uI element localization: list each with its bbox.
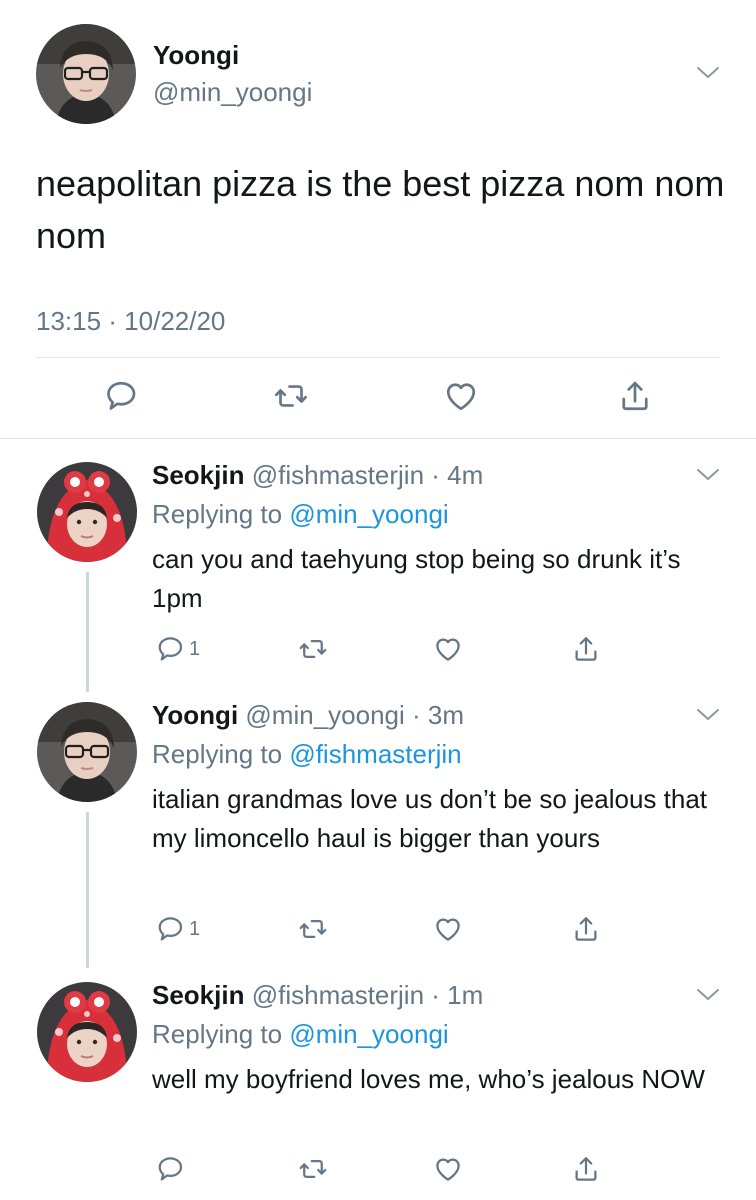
replying-to: Replying to @fishmasterjin — [152, 739, 462, 770]
comment-icon[interactable] — [104, 378, 140, 414]
reply-text: italian grandmas love us don’t be so jea… — [152, 784, 708, 853]
reply-tweet[interactable]: Seokjin @fishmasterjin · 1m Replying to … — [0, 960, 756, 1200]
thread-line — [86, 572, 89, 692]
reply-header: Seokjin @fishmasterjin · 4m — [152, 460, 483, 491]
reply-tweet[interactable]: Yoongi @min_yoongi · 3m Replying to @fis… — [0, 680, 756, 980]
tweet-text: neapolitan pizza is the best pizza nom n… — [36, 163, 725, 256]
mention-link[interactable]: @min_yoongi — [289, 1019, 448, 1049]
author-name[interactable]: Yoongi — [152, 700, 238, 730]
avatar[interactable] — [37, 462, 137, 562]
section-divider — [0, 438, 756, 439]
mention-link[interactable]: @min_yoongi — [289, 499, 448, 529]
reply-count: 1 — [189, 638, 201, 660]
reply-text: well my boyfriend loves me, who’s jealou… — [152, 1064, 705, 1094]
heart-icon[interactable] — [433, 914, 463, 944]
retweet-icon[interactable] — [298, 914, 328, 944]
chevron-down-icon[interactable] — [696, 988, 720, 1002]
retweet-icon[interactable] — [273, 378, 309, 414]
author-name[interactable]: Seokjin — [152, 980, 244, 1010]
avatar[interactable] — [37, 982, 137, 1082]
replying-to: Replying to @min_yoongi — [152, 1019, 449, 1050]
reply-actions: 1 — [0, 914, 756, 946]
comment-icon[interactable] — [156, 634, 186, 664]
comment-icon[interactable] — [156, 914, 186, 944]
comment-icon[interactable] — [156, 1154, 186, 1184]
avatar[interactable] — [36, 24, 136, 124]
author-handle[interactable]: @min_yoongi — [153, 77, 312, 108]
tweet-actions — [0, 378, 756, 422]
handle-time: @min_yoongi · 3m — [245, 700, 464, 730]
share-icon[interactable] — [617, 378, 653, 414]
main-tweet: Yoongi @min_yoongi neapolitan pizza is t… — [0, 0, 756, 440]
heart-icon[interactable] — [433, 1154, 463, 1184]
share-icon[interactable] — [571, 1154, 601, 1184]
share-icon[interactable] — [571, 914, 601, 944]
handle-time: @fishmasterjin · 4m — [251, 460, 484, 490]
share-icon[interactable] — [571, 634, 601, 664]
avatar[interactable] — [37, 702, 137, 802]
heart-icon[interactable] — [443, 378, 479, 414]
reply-actions: 1 — [0, 634, 756, 666]
reply-header: Seokjin @fishmasterjin · 1m — [152, 980, 483, 1011]
handle-time: @fishmasterjin · 1m — [251, 980, 484, 1010]
chevron-down-icon[interactable] — [696, 708, 720, 722]
replying-prefix: Replying to — [152, 499, 283, 529]
divider — [36, 357, 720, 358]
retweet-icon[interactable] — [298, 1154, 328, 1184]
author-name[interactable]: Yoongi — [153, 40, 239, 71]
author-name[interactable]: Seokjin — [152, 460, 244, 490]
reply-header: Yoongi @min_yoongi · 3m — [152, 700, 464, 731]
chevron-down-icon[interactable] — [696, 468, 720, 482]
replying-prefix: Replying to — [152, 739, 283, 769]
replying-prefix: Replying to — [152, 1019, 283, 1049]
reply-text: can you and taehyung stop being so drunk… — [152, 544, 681, 613]
chevron-down-icon[interactable] — [696, 66, 720, 80]
mention-link[interactable]: @fishmasterjin — [289, 739, 461, 769]
tweet-timestamp: 13:15 · 10/22/20 — [36, 306, 226, 336]
reply-tweet[interactable]: Seokjin @fishmasterjin · 4m Replying to … — [0, 440, 756, 700]
reply-actions — [0, 1154, 756, 1186]
retweet-icon[interactable] — [298, 634, 328, 664]
heart-icon[interactable] — [433, 634, 463, 664]
reply-count: 1 — [189, 918, 201, 940]
replying-to: Replying to @min_yoongi — [152, 499, 449, 530]
